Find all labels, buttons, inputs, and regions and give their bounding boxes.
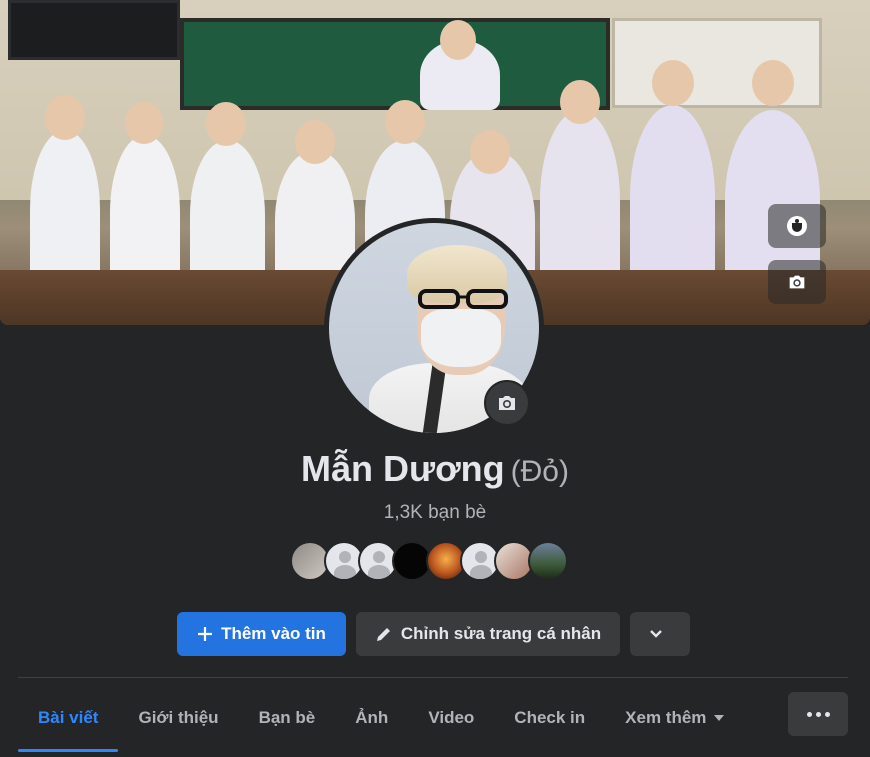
add-to-story-label: Thêm vào tin xyxy=(221,624,326,643)
plus-icon xyxy=(198,627,213,641)
edit-profile-label: Chỉnh sửa trang cá nhân xyxy=(400,624,602,643)
avatar-camera-button[interactable] xyxy=(484,380,530,426)
cover-camera-button[interactable] xyxy=(768,260,826,304)
profile-page: Mẫn Dương (Đỏ) 1,3K bạn bè Thêm vào tin C… xyxy=(0,0,870,757)
edit-profile-button[interactable]: Chỉnh sửa trang cá nhân xyxy=(356,612,620,656)
avatar-edit-icon xyxy=(787,216,807,236)
camera-icon xyxy=(499,396,515,410)
avatar-mask xyxy=(421,309,501,367)
tab-check-ins[interactable]: Check in xyxy=(494,690,605,746)
pencil-icon xyxy=(376,628,390,641)
profile-alternate-name: (Đỏ) xyxy=(510,455,569,488)
tab-videos[interactable]: Video xyxy=(408,690,494,746)
profile-name: Mẫn Dương xyxy=(301,448,505,489)
friend-avatars xyxy=(290,541,568,581)
chevron-down-icon xyxy=(650,630,662,638)
avatar-glasses xyxy=(418,289,508,309)
tab-menu-button[interactable] xyxy=(788,692,848,736)
profile-tabs: Bài viết Giới thiệu Bạn bè Ảnh Video Che… xyxy=(18,690,744,752)
profile-divider xyxy=(18,677,848,678)
tab-about[interactable]: Giới thiệu xyxy=(118,690,238,746)
friend-avatar[interactable] xyxy=(528,541,568,581)
tab-photos[interactable]: Ảnh xyxy=(335,690,408,746)
add-to-story-button[interactable]: Thêm vào tin xyxy=(177,612,346,656)
tab-posts[interactable]: Bài viết xyxy=(18,690,119,752)
tab-see-more[interactable]: Xem thêm xyxy=(605,690,744,746)
more-horizontal-icon xyxy=(806,711,812,717)
cover-avatar-edit-button[interactable] xyxy=(768,204,826,248)
camera-icon xyxy=(789,275,805,289)
tab-friends[interactable]: Bạn bè xyxy=(239,690,336,746)
more-actions-button[interactable] xyxy=(630,612,690,656)
profile-name-row: Mẫn Dương (Đỏ) xyxy=(0,448,870,490)
friends-count[interactable]: 1,3K bạn bè xyxy=(0,502,870,524)
caret-down-icon xyxy=(714,715,725,721)
